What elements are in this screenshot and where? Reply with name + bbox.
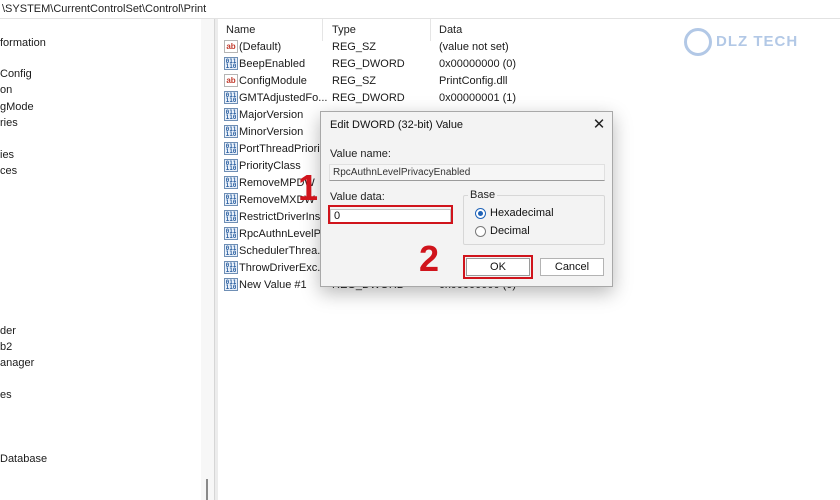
tree-item[interactable]: es <box>0 389 12 401</box>
column-header-name[interactable]: Name <box>226 19 255 41</box>
value-data-cell: PrintConfig.dll <box>439 75 508 87</box>
base-group <box>463 195 605 245</box>
step-1-marker: 1 <box>298 167 319 208</box>
value-name-cell: BeepEnabled <box>239 58 306 70</box>
value-name-cell: (Default) <box>239 41 282 53</box>
column-separator[interactable] <box>430 19 431 41</box>
value-data-cell: (value not set) <box>439 41 509 53</box>
logo-circle-icon <box>684 28 712 56</box>
dword-value-icon: 011 110 <box>224 227 238 240</box>
dword-value-icon: 011 110 <box>224 91 238 104</box>
dword-value-icon: 011 110 <box>224 108 238 121</box>
value-name-cell: SchedulerThrea... <box>239 245 327 257</box>
cancel-button[interactable]: Cancel <box>540 258 604 276</box>
tree-item[interactable]: anager <box>0 357 34 369</box>
dword-value-icon: 011 110 <box>224 57 238 70</box>
column-header-data[interactable]: Data <box>439 19 462 41</box>
dword-value-icon: 011 110 <box>224 278 238 291</box>
value-type-cell: REG_DWORD <box>332 92 405 104</box>
hexadecimal-label[interactable]: Hexadecimal <box>490 207 554 219</box>
tree-item[interactable]: ies <box>0 149 14 161</box>
value-data-cell: 0x00000000 (0) <box>439 58 517 70</box>
dword-value-icon: 011 110 <box>224 244 238 257</box>
column-header-type[interactable]: Type <box>332 19 356 41</box>
dword-value-icon: 011 110 <box>224 159 238 172</box>
column-separator[interactable] <box>322 19 323 41</box>
table-row[interactable]: ab ConfigModule REG_SZ PrintConfig.dll <box>218 73 840 90</box>
value-type-cell: REG_SZ <box>332 41 377 53</box>
value-name-cell: New Value #1 <box>239 279 307 291</box>
tree-item[interactable]: formation <box>0 37 46 49</box>
decimal-radio[interactable] <box>475 226 486 237</box>
tree-item[interactable]: der <box>0 325 16 337</box>
value-data-highlight <box>328 205 453 224</box>
step-2-marker: 2 <box>419 238 440 279</box>
edit-dword-dialog: Edit DWORD (32-bit) Value ✕ Value name: … <box>320 111 613 287</box>
dialog-title: Edit DWORD (32-bit) Value <box>330 119 464 131</box>
tree-item[interactable]: Database <box>0 453 47 465</box>
dword-value-icon: 011 110 <box>224 142 238 155</box>
value-name-cell: RpcAuthnLevelP... <box>239 228 327 240</box>
dword-value-icon: 011 110 <box>224 210 238 223</box>
value-name-cell: MajorVersion <box>239 109 304 121</box>
value-name-field: RpcAuthnLevelPrivacyEnabled <box>329 164 605 181</box>
value-data-label: Value data: <box>330 191 385 203</box>
address-bar[interactable]: \SYSTEM\CurrentControlSet\Control\Print <box>0 0 840 19</box>
value-type-cell: REG_DWORD <box>332 58 405 70</box>
tree-item[interactable]: ries <box>0 117 18 129</box>
string-value-icon: ab <box>224 74 238 87</box>
value-name-cell: PortThreadPriorit <box>239 143 323 155</box>
tree-item[interactable]: Config <box>0 68 32 80</box>
string-value-icon: ab <box>224 40 238 53</box>
watermark-text: DLZ TECH <box>716 33 799 50</box>
table-row[interactable]: 011 110 GMTAdjustedFo... REG_DWORD 0x0000000… <box>218 90 840 107</box>
address-path: \SYSTEM\CurrentControlSet\Control\Print <box>2 3 207 15</box>
registry-tree-pane[interactable]: formation Config on gMode ries ies ces d… <box>0 19 214 500</box>
tree-item[interactable]: ces <box>0 165 17 177</box>
watermark-logo: DLZ TECH <box>676 24 806 60</box>
value-data-cell: 0x00000001 (1) <box>439 92 517 104</box>
dword-value-icon: 011 110 <box>224 261 238 274</box>
value-name-cell: RestrictDriverIns... <box>239 211 327 223</box>
value-name-label: Value name: <box>330 148 391 160</box>
tree-item[interactable]: b2 <box>0 341 12 353</box>
close-icon[interactable]: ✕ <box>589 115 609 135</box>
dword-value-icon: 011 110 <box>224 193 238 206</box>
value-name-cell: ConfigModule <box>239 75 307 87</box>
tree-item[interactable]: gMode <box>0 101 34 113</box>
dword-value-icon: 011 110 <box>224 125 238 138</box>
ok-button-highlight <box>463 255 533 279</box>
base-label: Base <box>468 189 498 201</box>
hexadecimal-radio[interactable] <box>475 208 486 219</box>
dword-value-icon: 011 110 <box>224 176 238 189</box>
value-type-cell: REG_SZ <box>332 75 377 87</box>
tree-scrollbar[interactable] <box>201 19 214 500</box>
value-name-cell: MinorVersion <box>239 126 304 138</box>
value-name-cell: ThrowDriverExc... <box>239 262 327 274</box>
value-name-cell: GMTAdjustedFo... <box>239 92 327 104</box>
decimal-label[interactable]: Decimal <box>490 225 530 237</box>
tree-scrollbar-thumb[interactable] <box>206 479 208 500</box>
tree-item[interactable]: on <box>0 84 12 96</box>
